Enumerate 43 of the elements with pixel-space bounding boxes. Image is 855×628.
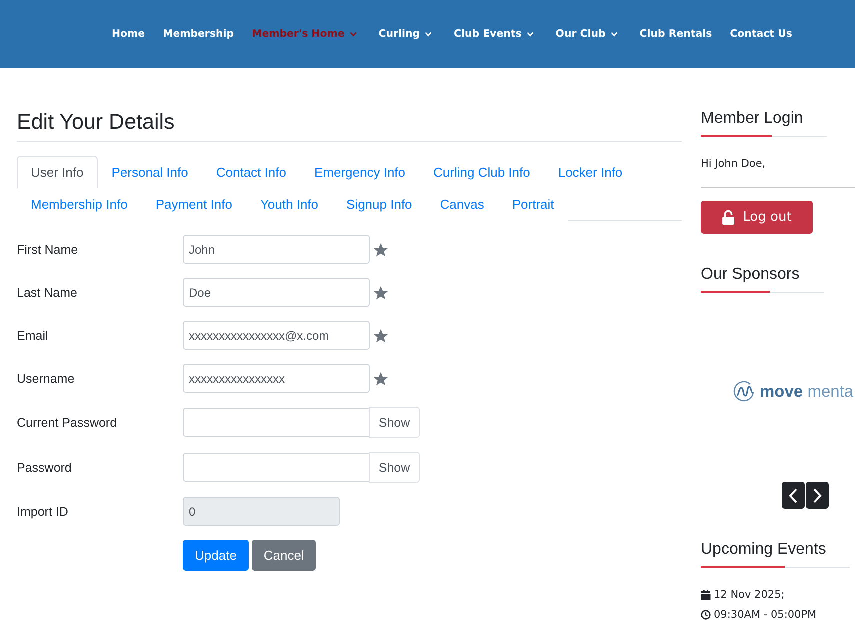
nav-link[interactable]: Club Rentals xyxy=(640,28,712,40)
input-field[interactable]: xxxxxxxxxxxxxxxx xyxy=(183,364,370,393)
carousel-next-button[interactable] xyxy=(806,482,829,509)
padlock-icon xyxy=(722,210,736,225)
cancel-button[interactable]: Cancel xyxy=(252,540,316,571)
nav-link[interactable]: Contact Us xyxy=(730,28,792,40)
field-label: First Name xyxy=(17,242,80,256)
input-field[interactable]: Doe xyxy=(183,278,370,307)
nav-link[interactable]: Curling xyxy=(378,28,432,40)
page-title: Edit Your Details xyxy=(17,108,682,142)
nav-link[interactable]: Membership xyxy=(163,28,234,40)
update-button[interactable]: Update xyxy=(183,540,249,571)
password-field[interactable] xyxy=(183,408,370,437)
greeting-text: Hi John Doe, xyxy=(701,157,767,172)
nav-link[interactable]: Home xyxy=(112,28,146,40)
logo-icon xyxy=(733,381,755,403)
tab[interactable]: User Info xyxy=(17,156,98,189)
section-heading: Our Sponsors xyxy=(701,264,824,293)
event-date: 12 Nov 2025; xyxy=(714,589,785,601)
field-label: Current Password xyxy=(17,416,118,430)
tab[interactable]: Membership Info xyxy=(17,188,142,221)
chevron-right-icon xyxy=(812,488,823,504)
show-password-button[interactable]: Show xyxy=(369,407,420,438)
carousel-prev-button[interactable] xyxy=(782,482,805,509)
nav-link[interactable]: Club Events xyxy=(454,28,534,40)
field-label: Password xyxy=(17,460,73,474)
field-label: Username xyxy=(17,372,76,386)
password-field[interactable] xyxy=(183,453,370,482)
clock-icon xyxy=(701,610,711,620)
section-heading: Member Login xyxy=(701,108,828,137)
sponsor-logo-text: move menta xyxy=(760,382,854,402)
input-field[interactable]: xxxxxxxxxxxxxxxx@x.com xyxy=(183,321,370,350)
logout-button[interactable]: Log out xyxy=(701,201,813,234)
field-label: Import ID xyxy=(17,504,70,518)
field-label: Last Name xyxy=(17,286,78,300)
show-password-button[interactable]: Show xyxy=(369,452,420,483)
event-time: 09:30AM - 05:00PM xyxy=(714,609,817,621)
section-heading: Upcoming Events xyxy=(701,539,850,568)
chevron-left-icon xyxy=(788,488,799,504)
input-field[interactable]: John xyxy=(183,235,370,264)
field-label: Email xyxy=(17,328,50,342)
calendar-icon xyxy=(701,590,711,600)
nav-link[interactable]: Our Club xyxy=(556,28,618,40)
